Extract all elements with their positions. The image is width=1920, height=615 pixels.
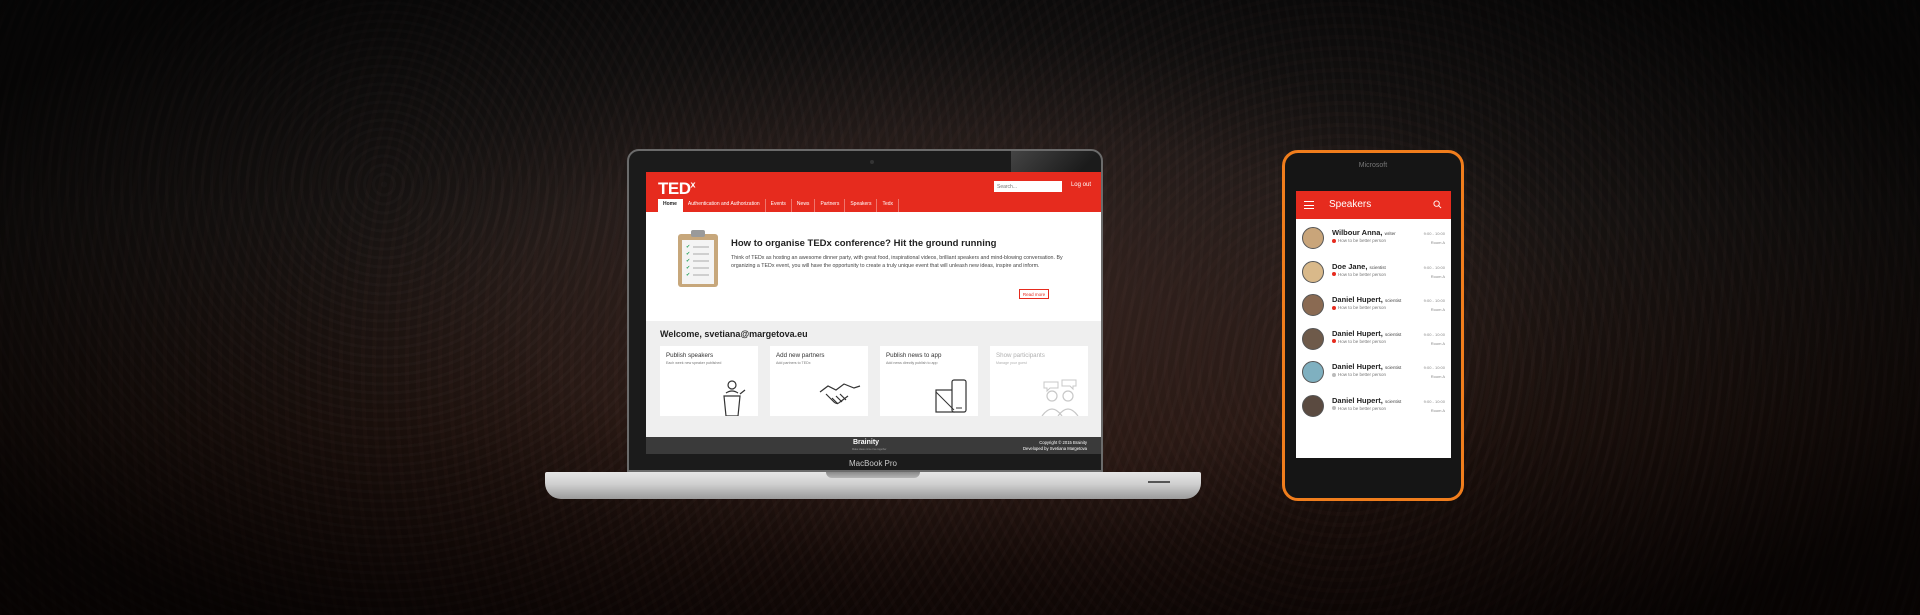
nav-events[interactable]: Events	[766, 199, 792, 212]
avatar	[1302, 327, 1324, 350]
speaker-topic: How to be better person	[1332, 238, 1386, 243]
speaker-topic: How to be better person	[1332, 272, 1386, 277]
phone-screen: Speakers Wilbour Anna, writer How to be b…	[1296, 191, 1451, 458]
avatar	[1302, 227, 1324, 249]
speaker-schedule: 9:00 - 10:00 Room A	[1423, 298, 1445, 312]
speaker-name: Daniel Hupert, scientist	[1332, 362, 1402, 371]
card-subtitle: Add partners to TEDx	[776, 361, 811, 365]
brainity-logo[interactable]: Brainity	[853, 439, 879, 446]
avatar	[1302, 260, 1324, 283]
search-icon[interactable]	[1433, 200, 1442, 209]
site-search-input[interactable]	[994, 181, 1062, 192]
avatar	[1302, 394, 1324, 417]
speaker-schedule: 9:00 - 10:00 Room A	[1423, 331, 1445, 346]
phone-brand: Microsoft	[1358, 162, 1388, 169]
logout-link[interactable]: Log out	[1071, 182, 1091, 188]
speaker-name: Daniel Hupert, scientist	[1332, 328, 1402, 338]
devices-icon	[935, 379, 967, 413]
dashboard-section: Welcome, svetiana@margetova.eu Publish s…	[646, 321, 1101, 437]
status-dot-icon	[1332, 238, 1336, 243]
speaker-list-item[interactable]: Daniel Hupert, scientist How to be better…	[1296, 324, 1451, 357]
app-bar: Speakers	[1296, 191, 1451, 219]
card-title: Publish speakers	[666, 352, 714, 359]
read-more-button[interactable]: Read more	[1019, 289, 1049, 299]
hero-text: Think of TEDx as hosting an awesome dinn…	[731, 255, 1063, 269]
welcome-heading: Welcome, svetiana@margetova.eu	[660, 329, 808, 339]
nav-home[interactable]: Home	[658, 199, 683, 212]
laptop-model-label: MacBook Pro	[848, 459, 898, 468]
speaker-schedule: 9:00 - 10:00 Room A	[1423, 231, 1445, 245]
app-title: Speakers	[1329, 199, 1372, 210]
card-show-participants[interactable]: Show participants Manage your guest	[990, 346, 1088, 416]
nav-authentication[interactable]: Authentication and Authorization	[683, 199, 766, 212]
card-title: Add new partners	[776, 352, 825, 359]
laptop-base-slot	[1148, 481, 1170, 483]
card-subtitle: Each week new speaker published	[666, 361, 722, 365]
speaker-schedule: 9:00 - 10:00 Room A	[1423, 264, 1445, 279]
audience-background: TEDx Log out Home Authentication and Aut…	[0, 0, 1920, 615]
card-subtitle: Manage your guest	[996, 361, 1027, 365]
speaker-list-item[interactable]: Daniel Hupert, scientist How to be better…	[1296, 290, 1451, 323]
nav-partners[interactable]: Partners	[815, 199, 846, 212]
speaker-list-item[interactable]: Daniel Hupert, scientist How to be better…	[1296, 391, 1451, 424]
check-row: ✔	[686, 252, 710, 257]
check-row: ✔	[686, 245, 710, 250]
phone-device: Microsoft Speakers Wilbour Anna, writer H…	[1282, 150, 1464, 501]
site-nav: Home Authentication and Authorization Ev…	[658, 199, 900, 212]
speaker-topic: How to be better person	[1332, 406, 1386, 411]
status-dot-icon	[1332, 339, 1336, 344]
speaker-schedule: 9:00 - 10:00 Room A	[1423, 365, 1445, 379]
speaker-list-item[interactable]: Doe Jane, scientist How to be better pers…	[1296, 257, 1451, 290]
speaker-name: Wilbour Anna, writer	[1332, 228, 1396, 237]
card-title: Publish news to app	[886, 352, 942, 359]
card-title: Show participants	[996, 352, 1045, 359]
check-row: ✔	[686, 266, 710, 271]
podium-speaker-icon	[723, 380, 746, 416]
nav-speakers[interactable]: Speakers	[845, 199, 878, 212]
speaker-list-item[interactable]: Daniel Hupert, scientist How to be better…	[1296, 357, 1451, 390]
avatar	[1302, 294, 1324, 316]
laptop-screen: TEDx Log out Home Authentication and Aut…	[646, 172, 1101, 454]
site-footer: Brainity Make ideas come true together C…	[646, 437, 1101, 454]
status-dot-icon	[1332, 272, 1336, 277]
site-header: TEDx Log out Home Authentication and Aut…	[646, 172, 1101, 212]
nav-tedx[interactable]: Tedx	[877, 199, 900, 212]
clipboard-paper: ✔ ✔ ✔ ✔ ✔	[682, 240, 714, 284]
check-row: ✔	[686, 273, 710, 278]
menu-icon[interactable]	[1304, 201, 1314, 209]
participants-chat-icon	[1041, 379, 1079, 416]
brainity-tagline: Make ideas come true together	[852, 448, 887, 451]
speaker-schedule: 9:00 - 10:00 Room A	[1423, 398, 1445, 413]
clipboard-clip	[691, 230, 705, 237]
speaker-name: Daniel Hupert, scientist	[1332, 295, 1402, 304]
avatar	[1302, 361, 1324, 383]
card-subtitle: Add news directly publish to app	[886, 361, 938, 365]
clipboard-checklist-icon: ✔ ✔ ✔ ✔ ✔	[678, 230, 718, 287]
status-dot-icon	[1332, 406, 1336, 411]
speaker-topic: How to be better person	[1332, 305, 1386, 310]
speaker-name: Daniel Hupert, scientist	[1332, 395, 1402, 405]
laptop-trackpad-notch	[826, 472, 920, 478]
card-publish-speakers[interactable]: Publish speakers Each week new speaker p…	[660, 346, 758, 416]
status-dot-icon	[1332, 372, 1336, 377]
speaker-topic: How to be better person	[1332, 339, 1386, 344]
copyright-text: Copyright © 2015 Brainity Developed by S…	[1022, 440, 1087, 451]
card-publish-news[interactable]: Publish news to app Add news directly pu…	[880, 346, 978, 416]
laptop-camera	[870, 160, 874, 164]
hero-section: ✔ ✔ ✔ ✔ ✔ How to organise TEDx conferenc…	[646, 212, 1101, 321]
speaker-name: Doe Jane, scientist	[1332, 261, 1386, 271]
nav-news[interactable]: News	[792, 199, 816, 212]
handshake-icon	[819, 383, 861, 405]
speaker-topic: How to be better person	[1332, 372, 1386, 377]
card-add-partners[interactable]: Add new partners Add partners to TEDx	[770, 346, 868, 416]
hero-title: How to organise TEDx conference? Hit the…	[731, 238, 997, 249]
tedx-logo[interactable]: TEDx	[658, 179, 695, 199]
status-dot-icon	[1332, 305, 1336, 310]
check-row: ✔	[686, 259, 710, 264]
speaker-list-item[interactable]: Wilbour Anna, writer How to be better per…	[1296, 223, 1451, 256]
